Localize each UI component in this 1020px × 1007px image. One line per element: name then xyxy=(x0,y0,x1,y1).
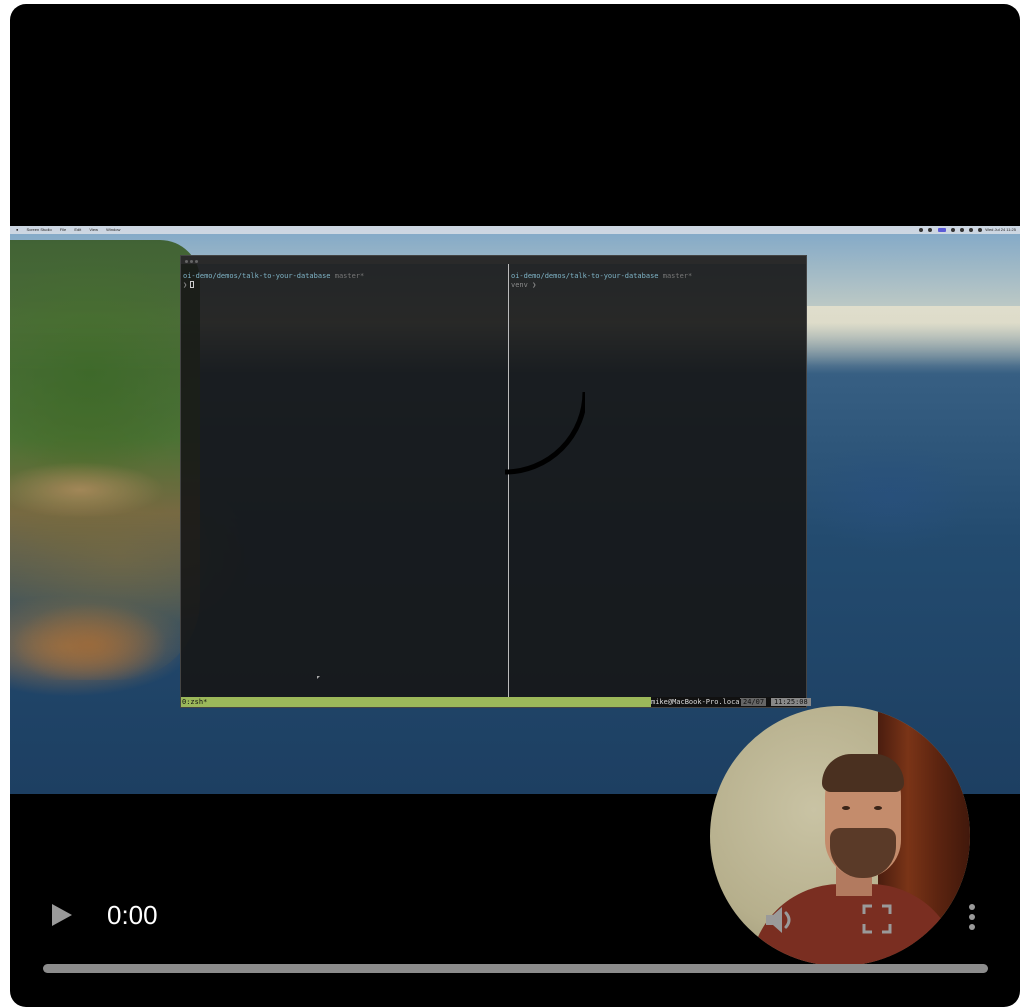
webcam-person-hair xyxy=(822,754,904,792)
menu-item: Screen Studio xyxy=(26,227,52,232)
status-icon xyxy=(928,228,933,232)
menu-item: Edit xyxy=(74,227,82,232)
loading-spinner-icon xyxy=(504,392,585,475)
wallpaper-cliffs xyxy=(10,240,200,680)
more-options-button[interactable] xyxy=(965,904,979,938)
cwd-path: oi-demo/demos/talk-to-your-database xyxy=(183,272,331,280)
terminal-title-bar xyxy=(181,256,806,264)
mouse-pointer-icon xyxy=(317,676,320,679)
volume-button[interactable] xyxy=(762,902,798,938)
tmux-date: 24/07 xyxy=(741,698,767,706)
tmux-time: 11:25:08 xyxy=(771,698,811,706)
webcam-overlay xyxy=(710,706,970,966)
webcam-person-eye xyxy=(874,806,882,810)
webcam-person-eye xyxy=(842,806,850,810)
menu-bar-clock: Wed Jul 24 11:25 xyxy=(985,227,1016,232)
status-icon xyxy=(937,228,946,232)
git-branch: master* xyxy=(334,272,365,280)
current-time: 0:00 xyxy=(107,900,158,930)
tmux-window-name: 0:zsh* xyxy=(181,697,651,707)
progress-bar[interactable] xyxy=(43,964,988,973)
status-icon xyxy=(959,228,964,232)
tmux-host: mike@MacBook-Pro.local xyxy=(651,698,744,706)
menu-item: View xyxy=(89,227,99,232)
wifi-icon xyxy=(968,228,973,232)
play-button[interactable] xyxy=(52,904,72,926)
shell-prompt: venv ❯ xyxy=(511,281,537,289)
fullscreen-button[interactable] xyxy=(862,904,892,934)
status-icon xyxy=(950,228,955,232)
menu-bar-left: ● Screen Studio File Edit View Window xyxy=(16,226,127,234)
video-player[interactable]: ● Screen Studio File Edit View Window We… xyxy=(10,4,1020,1007)
volume-icon xyxy=(766,907,791,933)
menu-item: File xyxy=(59,227,67,232)
fullscreen-icon xyxy=(862,904,892,934)
status-icon xyxy=(919,228,924,232)
git-branch: master* xyxy=(662,272,693,280)
apple-icon: ● xyxy=(16,227,19,232)
more-vertical-icon xyxy=(969,904,975,910)
battery-icon xyxy=(978,228,983,232)
shell-prompt: ❯ xyxy=(183,281,188,289)
wallpaper-horizon xyxy=(807,306,1020,366)
menu-bar-status: Wed Jul 24 11:25 xyxy=(917,226,1016,234)
tmux-status-bar: 0:zsh* mike@MacBook-Pro.local 24/07 11:2… xyxy=(181,697,811,707)
mac-menu-bar: ● Screen Studio File Edit View Window We… xyxy=(10,226,1020,234)
cwd-path: oi-demo/demos/talk-to-your-database xyxy=(511,272,659,280)
menu-item: Window xyxy=(106,227,121,232)
text-cursor xyxy=(190,281,195,288)
